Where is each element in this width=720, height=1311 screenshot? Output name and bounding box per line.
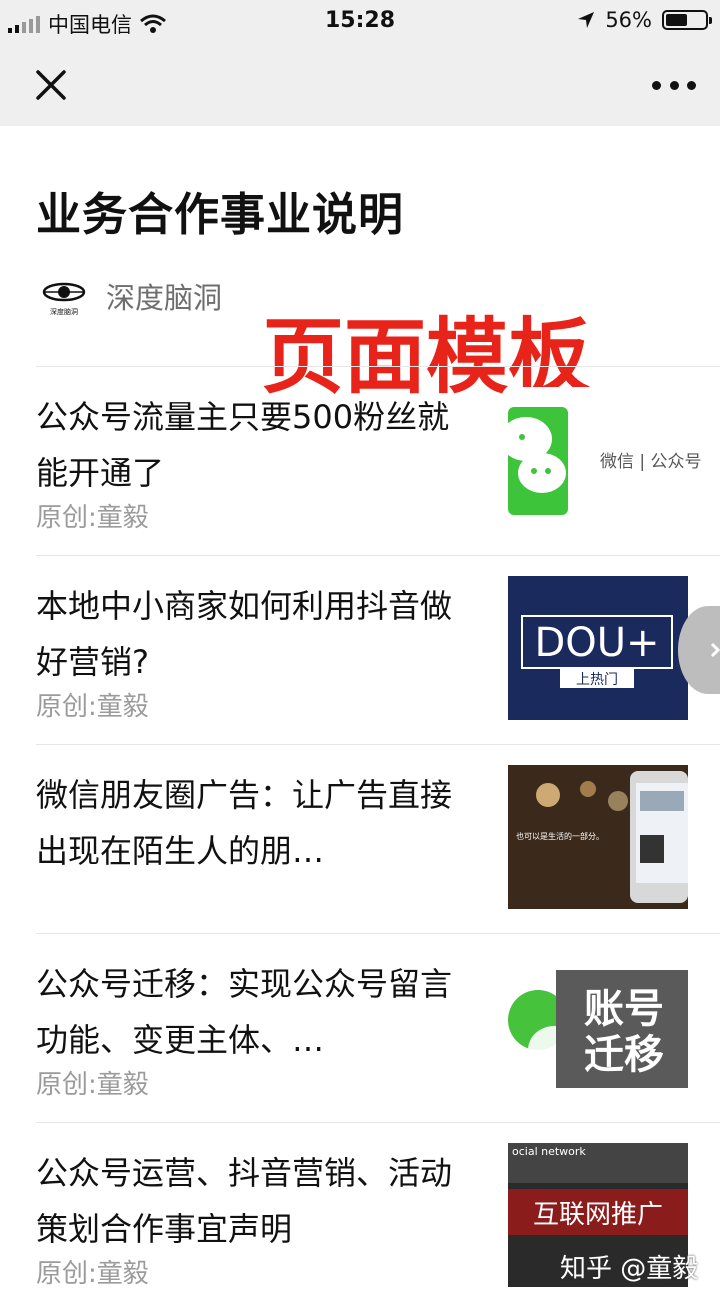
item-meta: 原创:童毅 <box>36 692 149 722</box>
location-arrow-icon <box>578 12 595 28</box>
status-bar: 中国电信 15:28 56% <box>0 0 720 44</box>
item-title[interactable]: 公众号迁移：实现公众号留言功能、变更主体、… <box>36 956 476 1068</box>
list-item[interactable]: 微信朋友圈广告：让广告直接出现在陌生人的朋… 也可以是生活的一部分。 <box>36 744 720 933</box>
svg-text:微信 | 公众号: 微信 | 公众号 <box>600 452 702 472</box>
item-meta: 原创:童毅 <box>36 1259 149 1289</box>
list-item[interactable]: 公众号迁移：实现公众号留言功能、变更主体、… 原创:童毅 账号 迁移 <box>36 933 720 1122</box>
svg-text:迁移: 迁移 <box>584 1032 664 1078</box>
close-icon <box>36 70 66 100</box>
more-button[interactable] <box>652 70 696 100</box>
list-item[interactable]: 公众号流量主只要500粉丝就能开通了 原创:童毅 微信 | 公众号 <box>36 366 720 555</box>
item-title[interactable]: 公众号运营、抖音营销、活动策划合作事宜声明 <box>36 1145 476 1257</box>
corner-watermark: 知乎 @童毅 <box>560 1254 699 1284</box>
battery-percent: 56% <box>605 8 652 32</box>
dou-plus-thumbnail[interactable]: DOU+ 上热门 <box>508 576 720 720</box>
item-title[interactable]: 本地中小商家如何利用抖音做好营销? <box>36 578 476 690</box>
account-migration-thumbnail[interactable]: 账号 迁移 <box>508 954 688 1098</box>
close-button[interactable] <box>30 64 72 106</box>
svg-text:DOU+: DOU+ <box>534 620 659 666</box>
svg-text:互联网推广: 互联网推广 <box>533 1200 663 1230</box>
item-title[interactable]: 公众号流量主只要500粉丝就能开通了 <box>36 389 476 501</box>
battery-icon <box>662 10 712 30</box>
svg-text:也可以是生活的一部分。: 也可以是生活的一部分。 <box>516 831 604 841</box>
status-right: 56% <box>577 8 712 32</box>
phone-ad-thumbnail[interactable]: 也可以是生活的一部分。 <box>508 765 688 909</box>
author-row[interactable]: 深度脑洞 深度脑洞 <box>40 274 222 318</box>
svg-text:上热门: 上热门 <box>576 672 618 688</box>
item-title[interactable]: 微信朋友圈广告：让广告直接出现在陌生人的朋… <box>36 767 476 879</box>
page-title: 业务合作事业说明 <box>36 188 405 241</box>
item-meta: 原创:童毅 <box>36 503 149 533</box>
more-icon-dot <box>687 80 696 90</box>
nav-bar <box>0 44 720 126</box>
more-icon <box>652 80 661 90</box>
more-icon-dot <box>669 80 679 90</box>
article-list: 公众号流量主只要500粉丝就能开通了 原创:童毅 微信 | 公众号 本地中小商家… <box>36 366 720 1311</box>
author-logo: 深度脑洞 <box>42 282 86 316</box>
item-meta: 原创:童毅 <box>36 1070 149 1100</box>
svg-text:深度脑洞: 深度脑洞 <box>50 307 78 316</box>
svg-text:ocial network: ocial network <box>512 1145 586 1158</box>
wechat-thumbnail[interactable]: 微信 | 公众号 <box>508 387 720 531</box>
svg-text:账号: 账号 <box>584 986 664 1032</box>
list-item[interactable]: 本地中小商家如何利用抖音做好营销? 原创:童毅 DOU+ 上热门 <box>36 555 720 744</box>
author-name[interactable]: 深度脑洞 <box>106 275 222 317</box>
